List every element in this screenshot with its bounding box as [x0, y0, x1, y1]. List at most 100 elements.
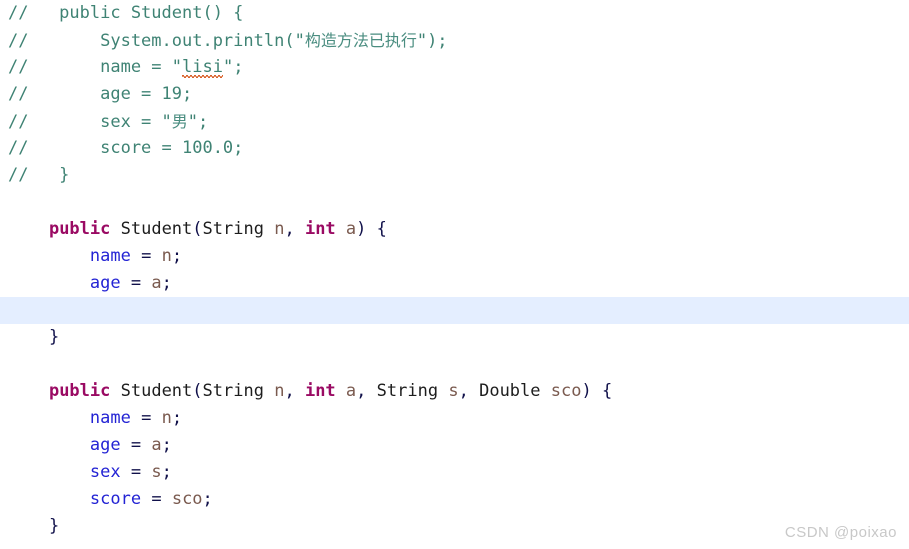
token-type: String — [202, 219, 264, 239]
token-keyword: int — [304, 381, 336, 401]
token-punct: ; — [202, 489, 213, 509]
code-text-area[interactable]: // public Student() { // System.out.print… — [0, 0, 909, 540]
token-field: age — [89, 435, 121, 455]
code-line[interactable]: sex = s; — [0, 459, 909, 486]
token-punct: } — [48, 327, 60, 347]
code-line[interactable] — [0, 351, 909, 378]
token-param: n — [161, 246, 172, 266]
code-editor[interactable]: // public Student() { // System.out.print… — [0, 0, 909, 549]
token-punct: ; — [161, 273, 172, 293]
code-line[interactable]: // name = "lisi"; — [0, 54, 909, 81]
token-punct: ( — [192, 219, 203, 239]
code-line[interactable]: } — [0, 324, 909, 351]
token-type: String — [202, 381, 264, 401]
token-type: Student — [120, 381, 193, 401]
code-line[interactable]: public Student(String n, int a, String s… — [0, 378, 909, 405]
code-line[interactable]: // sex = "男"; — [0, 108, 909, 135]
code-line[interactable]: public Student(String n, int a) { — [0, 216, 909, 243]
token-comment: "; — [222, 57, 244, 77]
code-line[interactable]: score = sco; — [0, 486, 909, 513]
token-param: sco — [171, 489, 203, 509]
code-line[interactable]: age = a; — [0, 270, 909, 297]
token-type: Student — [120, 219, 193, 239]
token-param: n — [274, 381, 285, 401]
token-comment: // sex = " — [8, 112, 172, 132]
token-comment: // System.out.println(" — [8, 31, 305, 51]
token-param: sco — [550, 381, 582, 401]
code-line[interactable]: // age = 19; — [0, 81, 909, 108]
token-comment: // age = 19; — [8, 84, 193, 104]
token-punct: = — [130, 435, 142, 455]
code-line[interactable]: // score = 100.0; — [0, 135, 909, 162]
token-param: s — [448, 381, 459, 401]
token-punct: { — [601, 381, 613, 401]
token-comment-typo: lisi — [182, 57, 223, 77]
token-field: sex — [89, 462, 121, 482]
code-line[interactable]: name = n; — [0, 243, 909, 270]
token-keyword: public — [48, 381, 111, 401]
token-punct: = — [130, 273, 142, 293]
token-punct: , — [356, 381, 367, 401]
token-punct: ) — [356, 219, 367, 239]
token-comment: // score = 100.0; — [8, 138, 244, 158]
token-param: a — [151, 435, 162, 455]
token-comment: // public Student() { — [8, 3, 244, 23]
token-param: n — [274, 219, 285, 239]
token-keyword: int — [304, 219, 336, 239]
token-field: name — [89, 408, 131, 428]
token-punct: = — [151, 489, 162, 509]
code-line[interactable] — [0, 189, 909, 216]
token-punct: , — [284, 381, 295, 401]
token-punct: ; — [161, 435, 172, 455]
code-line[interactable]: age = a; — [0, 432, 909, 459]
token-punct: = — [141, 408, 152, 428]
token-keyword: public — [48, 219, 111, 239]
token-punct: ; — [171, 246, 183, 266]
token-field: name — [89, 246, 131, 266]
token-punct: ) — [581, 381, 592, 401]
token-param: a — [345, 219, 357, 239]
token-field: age — [89, 273, 121, 293]
code-line[interactable]: // System.out.println("构造方法已执行"); — [0, 27, 909, 54]
code-line[interactable]: // } — [0, 162, 909, 189]
code-line[interactable]: name = n; — [0, 405, 909, 432]
token-cjk: 男 — [171, 112, 188, 131]
code-line[interactable]: // public Student() { — [0, 0, 909, 27]
token-type: Double — [479, 381, 541, 401]
code-line-highlighted[interactable] — [0, 297, 909, 324]
token-type: String — [376, 381, 439, 401]
token-param: a — [345, 381, 357, 401]
token-punct: ( — [192, 381, 203, 401]
token-punct: ; — [171, 408, 183, 428]
code-line[interactable]: } — [0, 513, 909, 540]
csdn-watermark: CSDN @poixao — [784, 524, 897, 541]
